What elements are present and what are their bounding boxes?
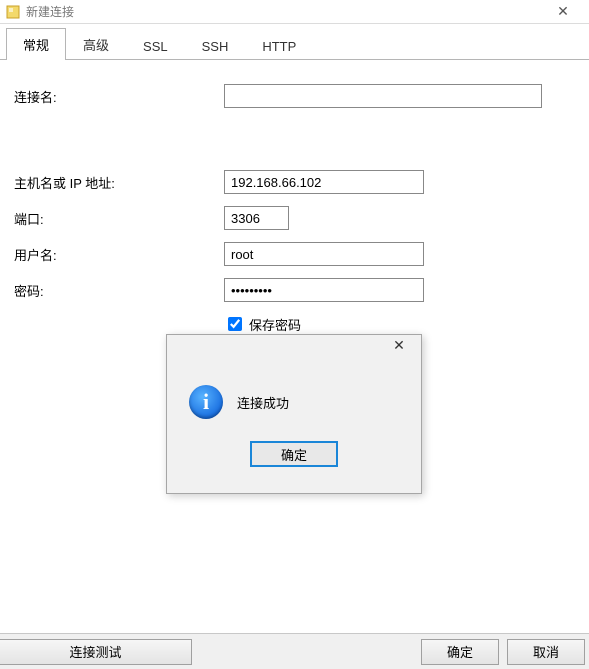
cancel-button[interactable]: 取消 [507, 639, 585, 665]
ok-button[interactable]: 确定 [421, 639, 499, 665]
connection-name-input[interactable] [224, 84, 542, 108]
button-label: 确定 [281, 445, 307, 464]
port-input[interactable] [224, 206, 289, 230]
message-box-close-button[interactable]: ✕ [381, 337, 417, 361]
tab-bar: 常规 高级 SSL SSH HTTP [0, 24, 589, 60]
password-input[interactable] [224, 278, 424, 302]
message-box-ok-button[interactable]: 确定 [250, 441, 338, 467]
port-label: 端口: [14, 209, 224, 228]
host-label: 主机名或 IP 地址: [14, 173, 224, 192]
password-label: 密码: [14, 281, 224, 300]
window-close-button[interactable]: ✕ [543, 3, 583, 20]
message-box: ✕ i 连接成功 确定 [166, 334, 422, 494]
form-panel: 连接名: 主机名或 IP 地址: 端口: 用户名: 密码: 保存密码 [0, 60, 589, 344]
row-password: 密码: [14, 278, 575, 302]
tab-general[interactable]: 常规 [6, 28, 66, 60]
message-box-titlebar: ✕ [167, 335, 421, 363]
message-text: 连接成功 [237, 393, 289, 412]
tab-label: SSH [202, 39, 229, 54]
button-label: 连接测试 [69, 642, 121, 661]
window-title: 新建连接 [26, 3, 543, 20]
save-password-label: 保存密码 [249, 315, 301, 334]
tab-label: 高级 [83, 38, 109, 53]
save-password-checkbox[interactable] [228, 317, 242, 331]
row-save-password: 保存密码 [224, 314, 575, 334]
tab-label: 常规 [23, 38, 49, 53]
row-connection-name: 连接名: [14, 84, 575, 108]
user-input[interactable] [224, 242, 424, 266]
message-box-body: i 连接成功 [167, 363, 421, 433]
tab-http[interactable]: HTTP [245, 32, 313, 60]
tab-ssl[interactable]: SSL [126, 32, 185, 60]
row-host: 主机名或 IP 地址: [14, 170, 575, 194]
button-label: 确定 [447, 642, 473, 661]
tab-ssh[interactable]: SSH [185, 32, 246, 60]
test-connection-button[interactable]: 连接测试 [0, 639, 192, 665]
message-box-button-row: 确定 [167, 433, 421, 479]
bottom-bar: 连接测试 确定 取消 [0, 633, 589, 669]
button-label: 取消 [533, 642, 559, 661]
tab-advanced[interactable]: 高级 [66, 28, 126, 60]
tab-label: HTTP [262, 39, 296, 54]
host-input[interactable] [224, 170, 424, 194]
user-label: 用户名: [14, 245, 224, 264]
row-port: 端口: [14, 206, 575, 230]
app-icon [6, 5, 20, 19]
info-icon: i [189, 385, 223, 419]
tab-label: SSL [143, 39, 168, 54]
connection-name-label: 连接名: [14, 87, 224, 106]
row-user: 用户名: [14, 242, 575, 266]
title-bar: 新建连接 ✕ [0, 0, 589, 24]
